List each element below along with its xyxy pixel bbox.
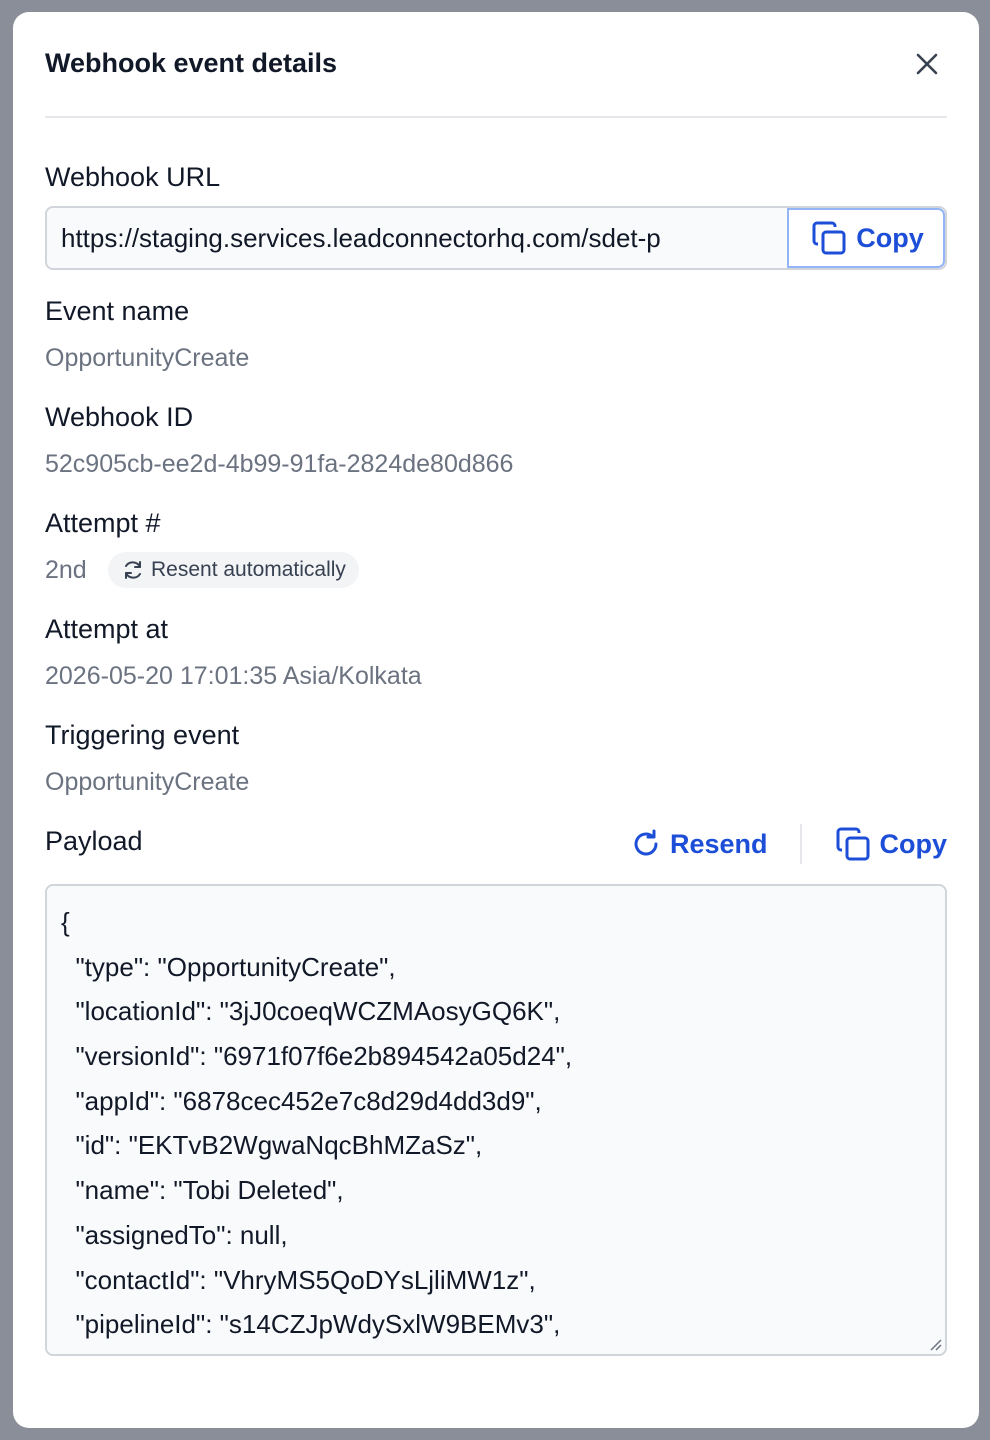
attempt-value: 2nd <box>45 556 87 584</box>
modal-header: Webhook event details <box>45 12 947 118</box>
attempt-label: Attempt # <box>45 508 161 538</box>
payload-line: "locationId": "3jJ0coeqWCZMAosyGQ6K", <box>61 996 561 1027</box>
payload-content: { "type": "OpportunityCreate", "location… <box>47 886 945 1347</box>
payload-line: "appId": "6878cec452e7c8d29d4dd3d9", <box>61 1085 542 1116</box>
resend-icon <box>634 829 658 856</box>
payload-line: "contactId": "VhryMS5QoDYsLjliMW1z", <box>61 1264 536 1295</box>
badge-label: Resent automatically <box>151 558 346 581</box>
payload-line: "versionId": "6971f07f6e2b894542a05d24", <box>61 1041 573 1072</box>
close-button[interactable] <box>913 50 941 78</box>
payload-line: { <box>61 907 70 937</box>
triggering-event-value: OpportunityCreate <box>45 768 250 796</box>
payload-line: "assignedTo": null, <box>61 1219 288 1250</box>
copy-payload-label: Copy <box>879 828 948 859</box>
webhook-url-label: Webhook URL <box>45 162 221 192</box>
payload-line: "type": "OpportunityCreate", <box>61 951 396 982</box>
attempt-at-label: Attempt at <box>45 614 169 644</box>
copy-payload-button[interactable]: Copy <box>834 825 948 863</box>
copy-url-label: Copy <box>856 222 924 253</box>
webhook-event-details-modal: Webhook event details Webhook URL Copy E… <box>13 12 979 1428</box>
copy-icon <box>836 827 869 861</box>
webhook-url-field: Copy <box>45 206 947 270</box>
close-icon <box>916 53 938 75</box>
refresh-icon <box>125 561 141 579</box>
modal-title: Webhook event details <box>45 48 338 78</box>
payload-label: Payload <box>45 826 143 856</box>
resend-button[interactable]: Resend <box>630 828 768 860</box>
attempt-at-value: 2026-05-20 17:01:35 Asia/Kolkata <box>45 662 422 690</box>
webhook-url-input[interactable] <box>47 208 787 268</box>
webhook-id-label: Webhook ID <box>45 402 194 432</box>
triggering-event-label: Triggering event <box>45 720 240 750</box>
webhook-id-value: 52c905cb-ee2d-4b99-91fa-2824de80d866 <box>45 450 514 478</box>
copy-url-button[interactable]: Copy <box>787 208 945 268</box>
payload-line: "id": "EKTvB2WgwaNqcBhMZaSz", <box>61 1130 483 1161</box>
event-name-label: Event name <box>45 296 190 326</box>
event-name-value: OpportunityCreate <box>45 344 250 372</box>
copy-icon <box>812 221 846 255</box>
payload-line: "pipelineId": "s14CZJpWdySxlW9BEMv3", <box>61 1309 561 1340</box>
resize-handle-icon[interactable] <box>928 1337 942 1351</box>
payload-actions: Resend Copy <box>630 824 947 864</box>
payload-line: "name": "Tobi Deleted", <box>61 1175 344 1206</box>
resend-label: Resend <box>669 828 768 859</box>
payload-textarea[interactable]: { "type": "OpportunityCreate", "location… <box>45 884 947 1356</box>
actions-divider <box>799 824 802 864</box>
resent-automatically-badge: Resent automatically <box>108 552 359 588</box>
